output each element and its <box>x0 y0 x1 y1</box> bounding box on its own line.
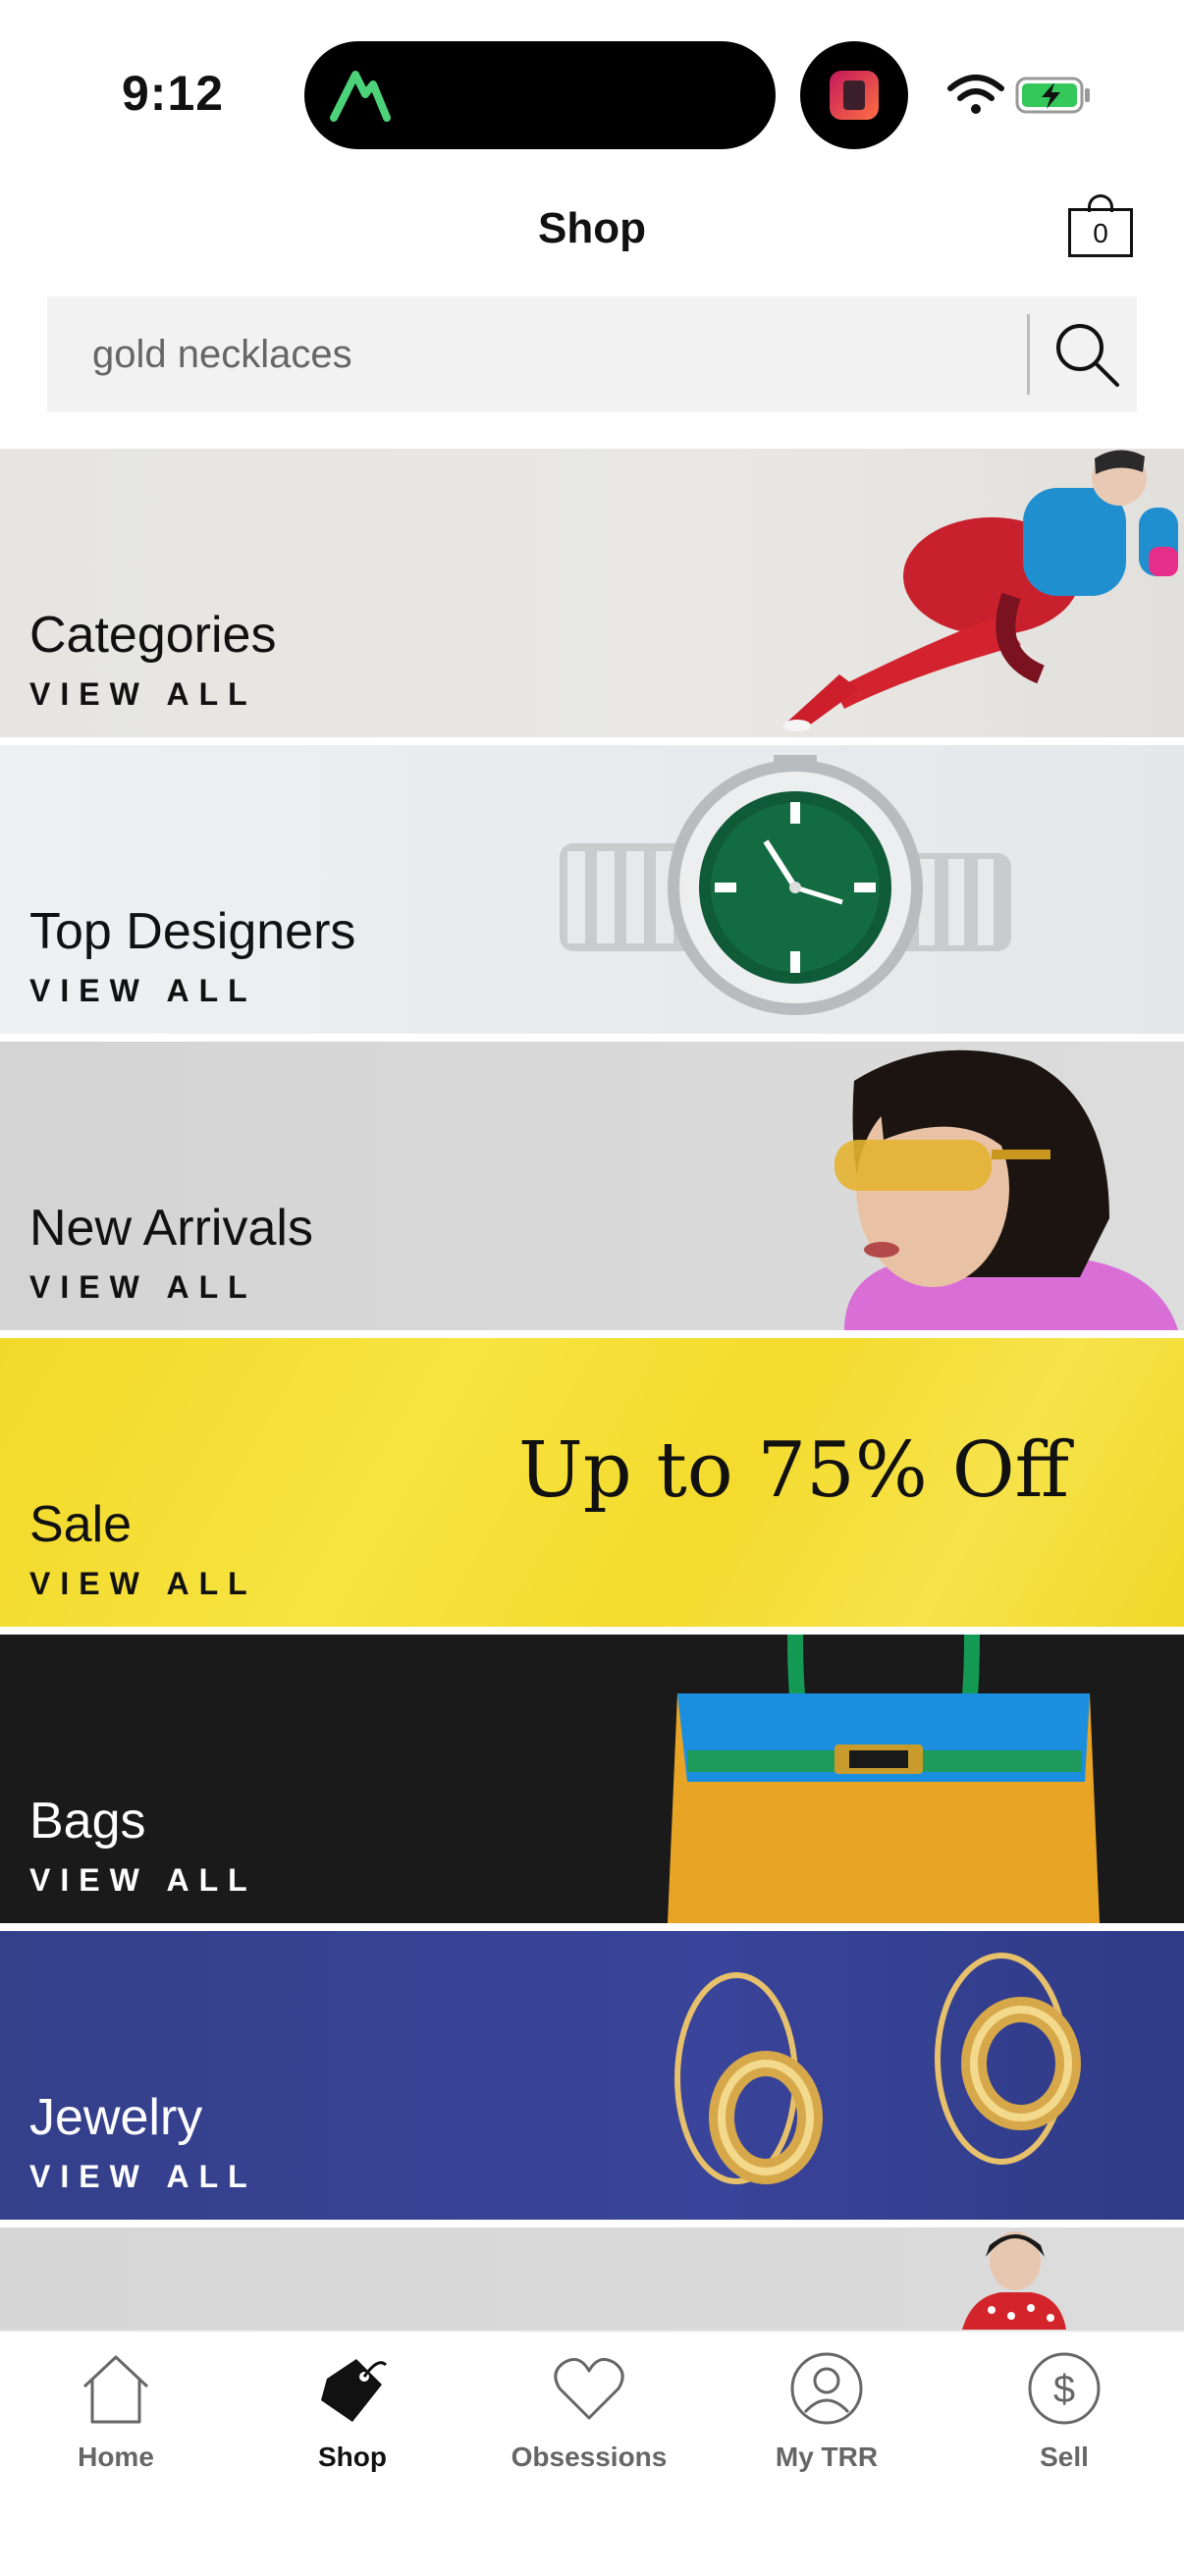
banner-jewelry[interactable]: Jewelry VIEW ALL <box>0 1931 1184 2220</box>
tab-label: Sell <box>1040 2442 1089 2472</box>
tab-label: My TRR <box>775 2442 879 2472</box>
banner-title: Categories <box>29 607 277 664</box>
bag-count-badge: 0 <box>1093 218 1108 248</box>
status-bar: 9:12 <box>0 0 1184 167</box>
search-bar <box>47 296 1137 412</box>
mountain-app-icon <box>330 71 391 122</box>
banner-title: Top Designers <box>29 903 356 960</box>
gold-hoop-earrings-image <box>674 1953 1081 2184</box>
model-with-yellow-sunglasses-image <box>834 1049 1178 1330</box>
battery-charging-icon <box>1015 77 1090 114</box>
tab-home[interactable]: Home <box>18 2332 214 2498</box>
banner-top-designers[interactable]: Top Designers VIEW ALL <box>0 745 1184 1034</box>
dollar-icon: $ <box>1028 2352 1101 2425</box>
status-time: 9:12 <box>122 66 225 121</box>
view-all-link[interactable]: VIEW ALL <box>29 973 257 1009</box>
shopping-bag-button[interactable]: 0 <box>1068 192 1139 261</box>
page-title: Shop <box>538 204 646 252</box>
tab-bar: Home Shop Obsessions My TRR $ Sell <box>0 2330 1184 2576</box>
tab-label: Obsessions <box>511 2442 668 2472</box>
user-icon <box>790 2352 863 2425</box>
svg-text:$: $ <box>1053 2368 1075 2411</box>
banner-title: Sale <box>29 1496 133 1553</box>
search-divider <box>1027 314 1030 395</box>
sale-headline: Up to 75% Off <box>518 1426 1070 1515</box>
banner-title: Jewelry <box>29 2089 203 2146</box>
model-partial-image <box>962 2231 1066 2330</box>
banner-title: Bags <box>29 1793 146 1850</box>
heart-icon <box>554 2357 624 2420</box>
home-icon <box>82 2355 149 2424</box>
price-tag-icon <box>321 2359 388 2422</box>
colorblock-handbag-image <box>668 1635 1100 1923</box>
live-activity-icon <box>800 41 908 149</box>
view-all-link[interactable]: VIEW ALL <box>29 1566 257 1602</box>
tab-obsessions[interactable]: Obsessions <box>491 2332 687 2498</box>
view-all-link[interactable]: VIEW ALL <box>29 2159 257 2195</box>
tab-label: Shop <box>318 2442 387 2472</box>
banner-sale[interactable]: Up to 75% Off Sale VIEW ALL <box>0 1338 1184 1627</box>
search-input[interactable] <box>92 296 1035 412</box>
view-all-link[interactable]: VIEW ALL <box>29 1862 257 1899</box>
view-all-link[interactable]: VIEW ALL <box>29 1269 257 1306</box>
tab-sell[interactable]: $ Sell <box>966 2332 1162 2498</box>
model-in-red-skirt-image <box>783 450 1178 731</box>
green-dial-watch-image <box>560 755 1011 1015</box>
banner-bags[interactable]: Bags VIEW ALL <box>0 1635 1184 1923</box>
banner-categories[interactable]: Categories VIEW ALL <box>0 449 1184 737</box>
banner-new-arrivals[interactable]: New Arrivals VIEW ALL <box>0 1042 1184 1330</box>
search-icon[interactable] <box>1045 312 1129 397</box>
tab-label: Home <box>78 2442 154 2472</box>
wifi-icon <box>947 75 1004 114</box>
banner-partial[interactable] <box>0 2227 1184 2330</box>
view-all-link[interactable]: VIEW ALL <box>29 676 257 713</box>
dynamic-island <box>304 41 776 149</box>
tab-my-trr[interactable]: My TRR <box>728 2332 925 2498</box>
tab-shop[interactable]: Shop <box>254 2332 451 2498</box>
banner-title: New Arrivals <box>29 1200 313 1257</box>
